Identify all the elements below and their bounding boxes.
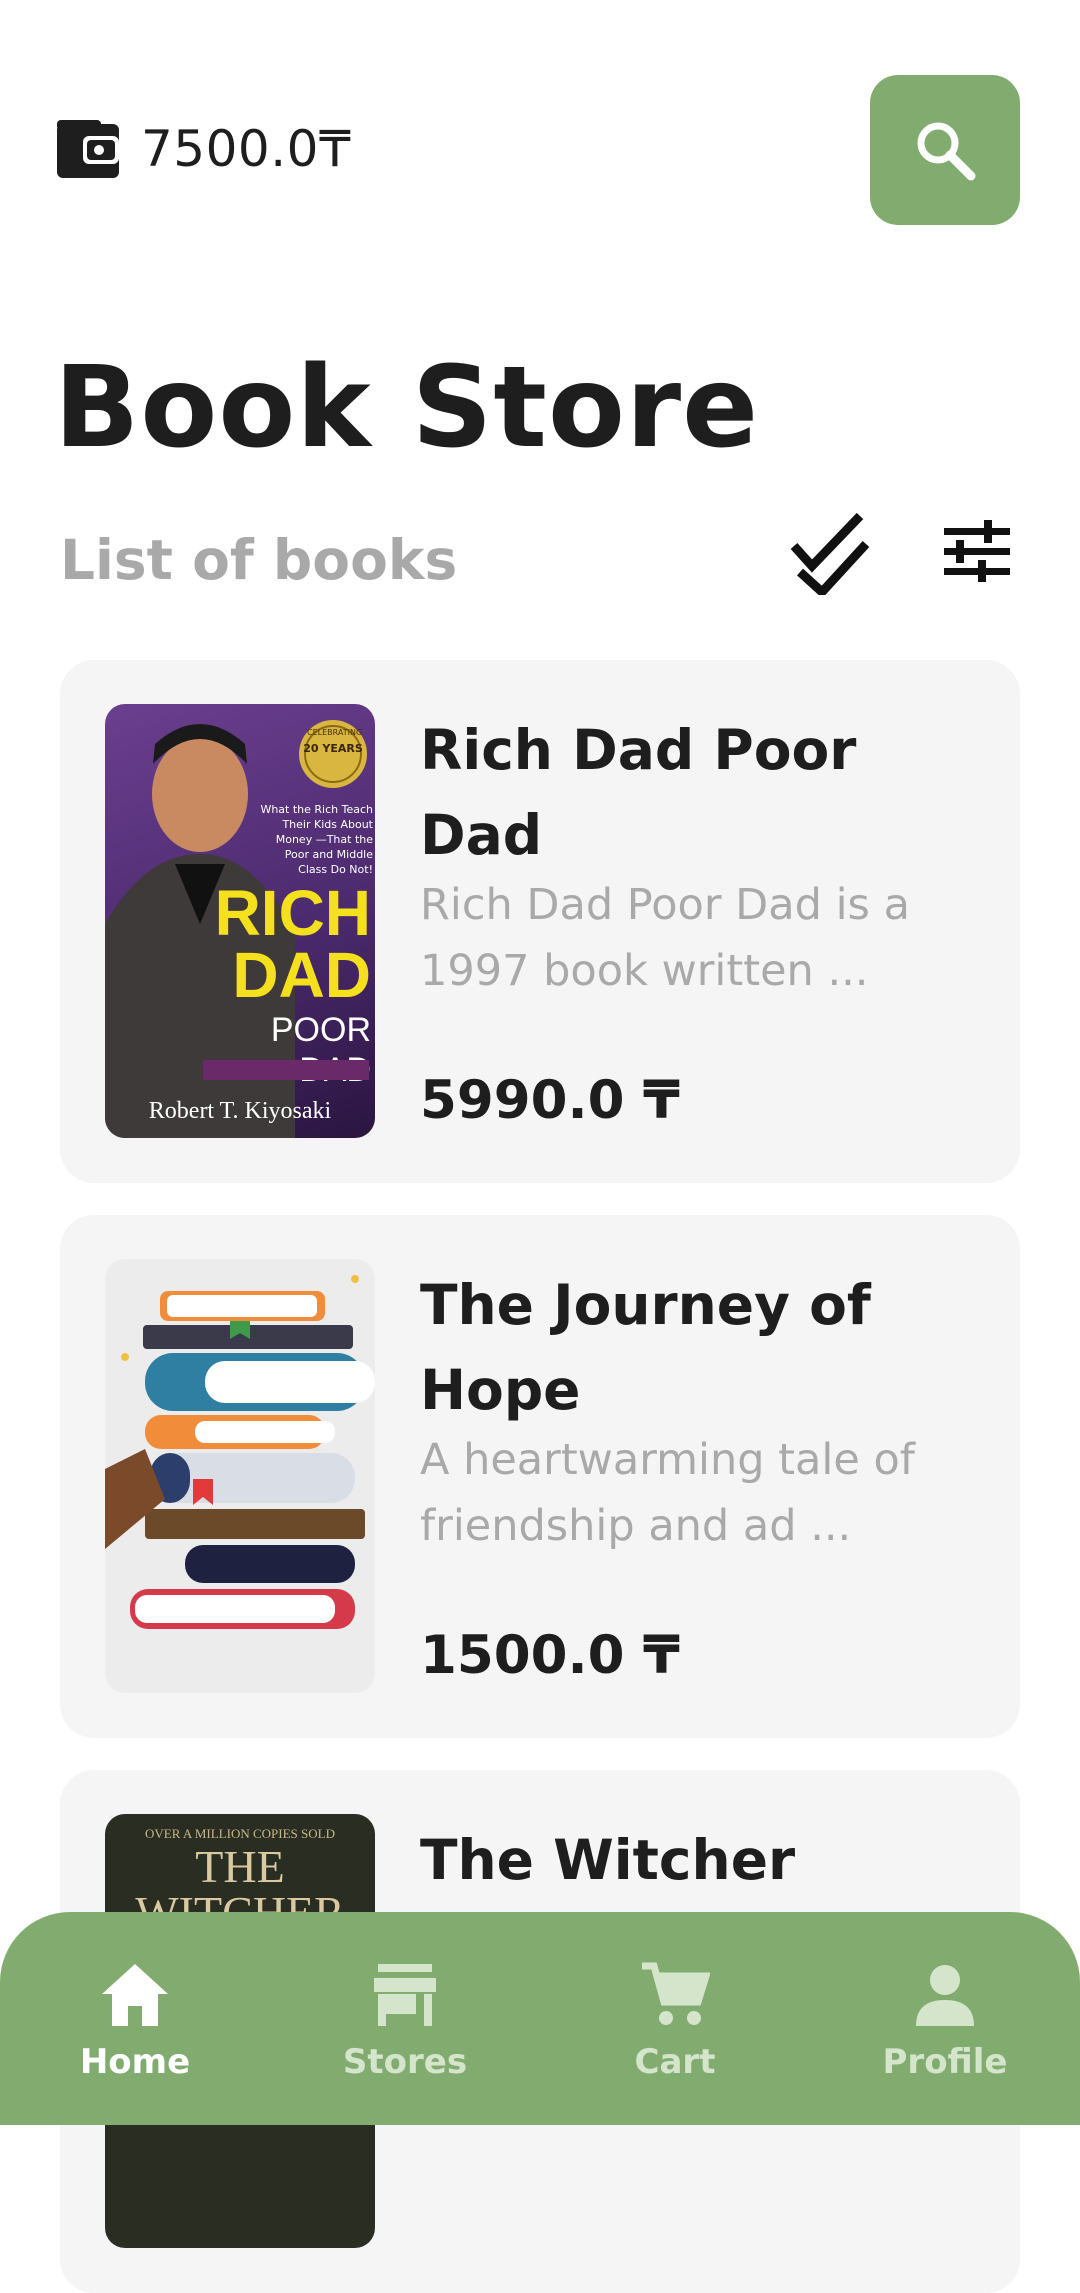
- store-icon: [374, 1964, 436, 2026]
- wallet-balance[interactable]: 7500.0₸: [57, 120, 351, 178]
- wallet-icon: [57, 120, 119, 178]
- bottom-navigation: Home Stores Cart Profile: [0, 1912, 1080, 2125]
- cover-badge-big: 20 YEARS: [303, 742, 363, 755]
- book-card[interactable]: CELEBRATING 20 YEARS What the Rich Teach…: [60, 660, 1020, 1183]
- nav-profile[interactable]: Profile: [845, 1912, 1045, 2112]
- home-icon: [102, 1964, 168, 2026]
- book-title: Rich Dad Poor Dad: [420, 718, 857, 867]
- book-card[interactable]: The Journey of Hope A heartwarming tale …: [60, 1215, 1020, 1738]
- cover-author: Robert T. Kiyosaki: [148, 1098, 332, 1124]
- page-title: Book Store: [54, 343, 760, 473]
- nav-home-label: Home: [79, 2042, 191, 2082]
- stack-of-books-illustration: [105, 1259, 375, 1693]
- nav-stores[interactable]: Stores: [305, 1912, 505, 2112]
- cover-title-rich: RICH: [214, 877, 371, 949]
- book-description: Rich Dad Poor Dad is a 1997 book written…: [420, 880, 910, 996]
- cover-tagline: What the Rich Teach Their Kids About Mon…: [260, 803, 373, 876]
- book-description: A heartwarming tale of friendship and ad…: [420, 1435, 915, 1551]
- nav-cart[interactable]: Cart: [575, 1912, 775, 2112]
- nav-profile-label: Profile: [882, 2042, 1008, 2082]
- cover-tagline: OVER A MILLION COPIES SOLD: [145, 1826, 335, 1841]
- cart-icon: [642, 1962, 710, 2025]
- search-button[interactable]: [870, 75, 1020, 225]
- nav-cart-label: Cart: [634, 2042, 716, 2082]
- list-subtitle: List of books: [60, 528, 458, 592]
- book-title: The Witcher: [420, 1828, 796, 1892]
- book-cover-image: CELEBRATING 20 YEARS What the Rich Teach…: [105, 704, 375, 1138]
- search-icon: [917, 122, 976, 181]
- book-price: 5990.0 ₸: [420, 1070, 680, 1131]
- cover-badge-small: CELEBRATING: [307, 728, 363, 737]
- cover-title-dad: DAD: [232, 939, 371, 1011]
- filter-sliders-icon[interactable]: [944, 520, 1010, 582]
- book-price: 1500.0 ₸: [420, 1625, 680, 1686]
- sort-icon[interactable]: [790, 510, 870, 595]
- nav-home[interactable]: Home: [35, 1912, 235, 2112]
- wallet-amount: 7500.0₸: [141, 120, 352, 178]
- top-bar: 7500.0₸: [0, 0, 1080, 260]
- nav-stores-label: Stores: [342, 2042, 468, 2082]
- person-icon: [916, 1965, 974, 2026]
- book-title: The Journey of Hope: [420, 1273, 871, 1422]
